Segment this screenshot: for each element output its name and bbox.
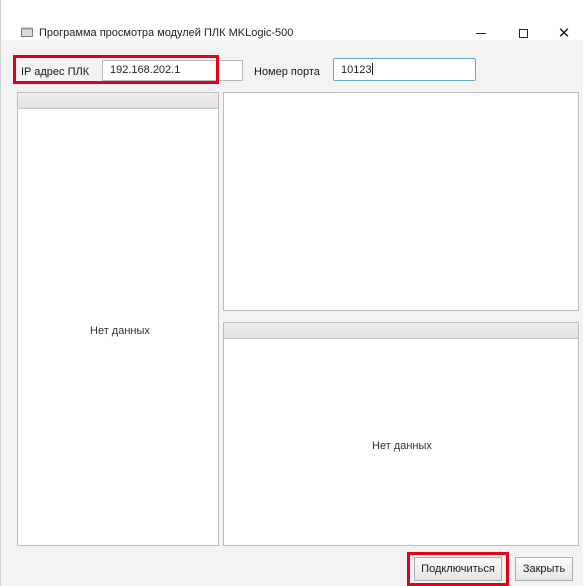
maximize-icon [518, 28, 528, 38]
connect-highlight-frame [407, 552, 509, 586]
modules-list-panel[interactable]: Нет данных [17, 92, 219, 546]
ip-highlight-frame [13, 55, 219, 84]
modules-list-header [18, 93, 218, 109]
close-icon: ✕ [557, 23, 571, 42]
module-info-panel[interactable] [223, 92, 579, 311]
module-data-header [224, 323, 578, 339]
close-button[interactable]: Закрыть [515, 557, 573, 581]
maximize-button[interactable] [503, 20, 543, 46]
close-window-button[interactable]: ✕ [544, 20, 583, 46]
main-window: Программа просмотра модулей ПЛК MKLogic-… [0, 0, 583, 586]
window-title: Программа просмотра модулей ПЛК MKLogic-… [39, 27, 294, 39]
modules-empty-text: Нет данных [90, 325, 150, 337]
port-number-input[interactable]: 10123 [333, 58, 476, 81]
text-caret [371, 63, 373, 75]
minimize-button[interactable] [461, 20, 501, 46]
window-app-icon [21, 27, 33, 37]
title-bar: Программа просмотра модулей ПЛК MKLogic-… [1, 0, 583, 40]
minimize-icon [476, 32, 486, 34]
port-number-label: Номер порта [254, 66, 320, 78]
module-data-empty-text: Нет данных [372, 440, 432, 452]
port-number-value: 10123 [341, 64, 372, 76]
module-data-panel[interactable]: Нет данных [223, 322, 579, 546]
